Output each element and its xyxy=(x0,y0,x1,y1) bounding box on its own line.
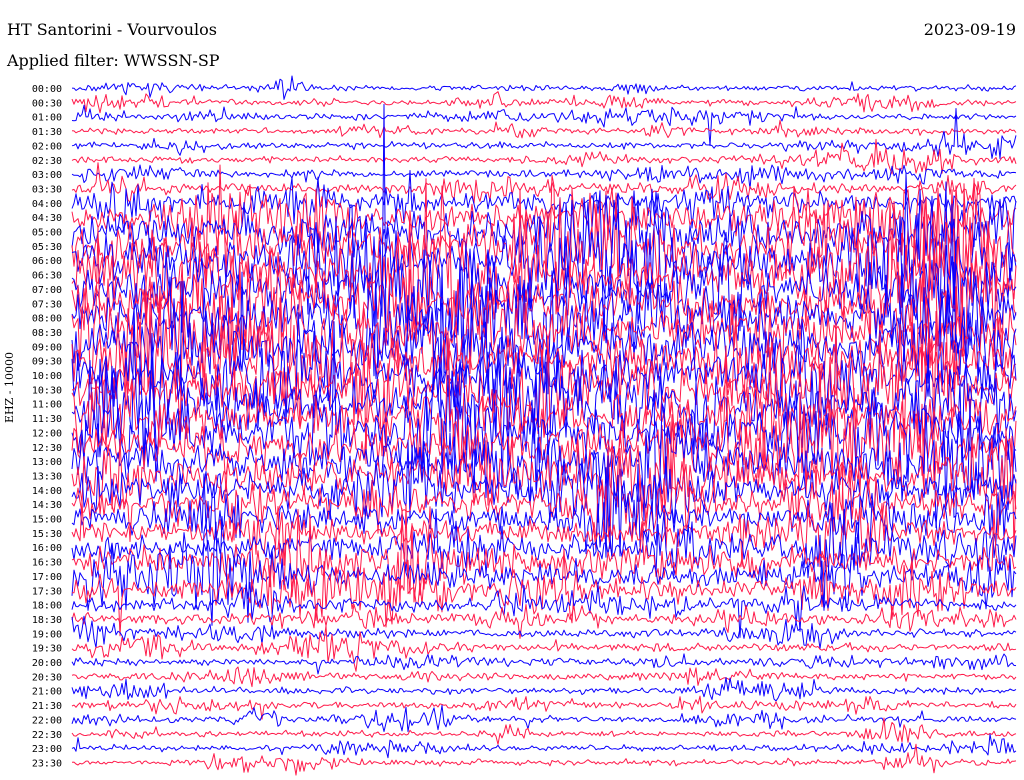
time-tick-label: 12:00 xyxy=(32,428,62,439)
time-tick-label: 03:00 xyxy=(32,170,62,181)
time-tick-label: 04:30 xyxy=(32,213,62,224)
time-tick-label: 22:00 xyxy=(32,715,62,726)
time-tick-label: 10:00 xyxy=(32,371,62,382)
time-tick-label: 16:00 xyxy=(32,543,62,554)
trace-row-0230 xyxy=(71,138,1017,175)
time-tick-label: 04:00 xyxy=(32,199,62,210)
trace-row-0100 xyxy=(71,104,1017,147)
time-tick-label: 08:30 xyxy=(32,328,62,339)
time-tick-label: 02:30 xyxy=(32,156,62,167)
time-tick-label: 17:30 xyxy=(32,586,62,597)
trace-row-2030 xyxy=(71,666,1017,688)
time-tick-label: 14:00 xyxy=(32,486,62,497)
time-tick-labels: 00:00 00:30 01:00 01:30 02:00 02:30 03:00 03:30… xyxy=(32,84,62,769)
time-tick-label: 11:30 xyxy=(32,414,62,425)
time-tick-label: 06:30 xyxy=(32,271,62,282)
time-tick-label: 19:00 xyxy=(32,629,62,640)
time-tick-label: 15:30 xyxy=(32,529,62,540)
time-tick-label: 01:30 xyxy=(32,127,62,138)
trace-group xyxy=(71,75,1017,776)
time-tick-label: 09:30 xyxy=(32,357,62,368)
time-tick-label: 23:30 xyxy=(32,758,62,769)
time-tick-label: 00:30 xyxy=(32,98,62,109)
trace-row-0030 xyxy=(71,91,1017,114)
time-tick-label: 20:00 xyxy=(32,658,62,669)
trace-row-0130 xyxy=(71,119,1017,139)
trace-row-1830 xyxy=(71,604,1017,639)
time-tick-label: 02:00 xyxy=(32,141,62,152)
trace-row-1900 xyxy=(71,615,1017,650)
time-tick-label: 13:00 xyxy=(32,457,62,468)
trace-row-2000 xyxy=(71,653,1017,675)
time-tick-label: 19:30 xyxy=(32,644,62,655)
time-tick-label: 13:30 xyxy=(32,471,62,482)
time-tick-label: 15:00 xyxy=(32,515,62,526)
time-tick-label: 18:30 xyxy=(32,615,62,626)
time-tick-label: 21:30 xyxy=(32,701,62,712)
time-tick-label: 07:00 xyxy=(32,285,62,296)
time-tick-label: 03:30 xyxy=(32,184,62,195)
time-tick-label: 11:00 xyxy=(32,400,62,411)
time-tick-label: 22:30 xyxy=(32,730,62,741)
trace-row-0000 xyxy=(71,75,1017,100)
time-tick-label: 17:00 xyxy=(32,572,62,583)
time-tick-label: 10:30 xyxy=(32,385,62,396)
time-tick-label: 14:30 xyxy=(32,500,62,511)
time-tick-label: 00:00 xyxy=(32,84,62,95)
trace-row-2100 xyxy=(71,677,1017,702)
time-tick-label: 05:30 xyxy=(32,242,62,253)
time-tick-label: 23:00 xyxy=(32,744,62,755)
time-tick-label: 08:00 xyxy=(32,314,62,325)
time-tick-label: 12:30 xyxy=(32,443,62,454)
time-tick-label: 06:00 xyxy=(32,256,62,267)
time-tick-label: 09:00 xyxy=(32,342,62,353)
time-tick-label: 05:00 xyxy=(32,228,62,239)
helicorder-plot: 00:00 00:30 01:00 01:30 02:00 02:30 03:00 03:30… xyxy=(32,75,1017,776)
trace-row-2130 xyxy=(71,695,1017,720)
time-tick-label: 20:30 xyxy=(32,672,62,683)
time-tick-label: 16:30 xyxy=(32,558,62,569)
time-tick-label: 01:00 xyxy=(32,113,62,124)
time-tick-label: 07:30 xyxy=(32,299,62,310)
trace-row-1800 xyxy=(71,581,1017,638)
time-tick-label: 21:00 xyxy=(32,687,62,698)
trace-row-0300 xyxy=(71,164,1017,190)
time-tick-label: 18:00 xyxy=(32,601,62,612)
trace-row-1930 xyxy=(71,625,1017,672)
